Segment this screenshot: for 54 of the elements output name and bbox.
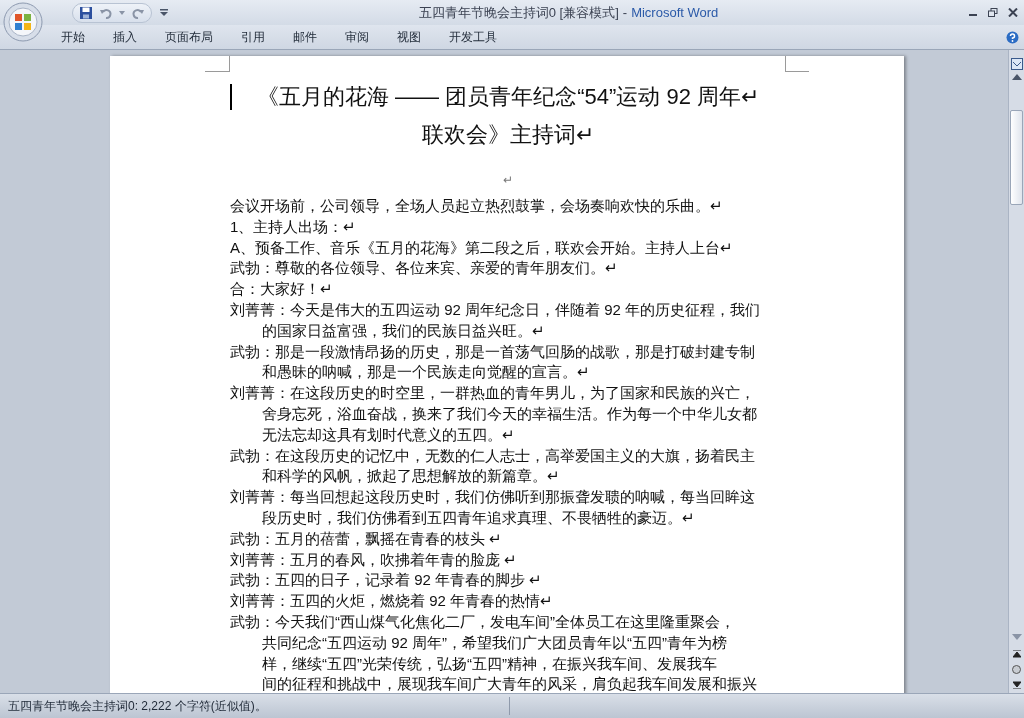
text-cursor xyxy=(230,84,232,110)
ruler-toggle-icon[interactable] xyxy=(1010,58,1023,70)
save-icon[interactable] xyxy=(79,5,93,20)
customize-toolbar-icon[interactable] xyxy=(160,8,168,17)
paragraph-line: 武勃：那是一段激情昂扬的历史，那是一首荡气回肠的战歌，那是打破封建专制 xyxy=(230,341,756,362)
paragraph-line: A、预备工作、音乐《五月的花海》第二段之后，联欢会开始。主持人上台↵ xyxy=(230,237,734,258)
paragraph-line: 和科学的风帆，掀起了思想解放的新篇章。↵ xyxy=(261,466,561,487)
ribbon-tab[interactable]: 开发工具 xyxy=(435,25,511,49)
margin-corner-mark xyxy=(785,56,809,72)
margin-corner-mark xyxy=(205,56,230,72)
paragraph-line: 武勃：今天我们“西山煤气化焦化二厂，发电车间”全体员工在这里隆重聚会， xyxy=(230,611,736,632)
paragraph-line: 刘菁菁：今天是伟大的五四运动 92 周年纪念日，伴随着 92 年的历史征程，我们 xyxy=(230,300,762,320)
ribbon-tab[interactable]: 插入 xyxy=(99,25,151,49)
paragraph-line: 武勃：尊敬的各位领导、各位来宾、亲爱的青年朋友们。↵ xyxy=(230,258,619,279)
paragraph-mark: ↵ xyxy=(503,172,513,189)
dropdown-caret-icon[interactable] xyxy=(119,10,125,15)
ribbon-tab[interactable]: 邮件 xyxy=(279,25,331,49)
paragraph-line: 会议开场前，公司领导，全场人员起立热烈鼓掌，会场奏响欢快的乐曲。↵ xyxy=(230,196,724,216)
previous-page-icon[interactable] xyxy=(1012,650,1021,658)
next-page-icon[interactable] xyxy=(1012,681,1021,689)
document-title: 联欢会》主持词↵ xyxy=(422,121,594,149)
ribbon-tab[interactable]: 页面布局 xyxy=(151,25,227,49)
paragraph-line: 舍身忘死，浴血奋战，换来了我们今天的幸福生活。作为每一个中华儿女都 xyxy=(261,403,758,424)
app-name: Microsoft Word xyxy=(631,3,719,22)
paragraph-line: 刘菁菁：在这段历史的时空里，一群热血的青年男儿，为了国家和民族的兴亡， xyxy=(230,383,756,404)
help-icon[interactable] xyxy=(1006,30,1019,44)
status-text: 五四青年节晚会主持词0: 2,222 个字符(近似值)。 xyxy=(0,697,510,715)
paragraph-line: 刘菁菁：五月的春风，吹拂着年青的脸庞 ↵ xyxy=(230,549,519,570)
title-separator: - xyxy=(622,3,628,22)
paragraph-line: 段历史时，我们仿佛看到五四青年追求真理、不畏牺牲的豪迈。↵ xyxy=(261,507,696,528)
paragraph-line: 武勃：在这段历史的记忆中，无数的仁人志士，高举爱国主义的大旗，扬着民主 xyxy=(230,445,756,466)
paragraph-line: 无法忘却这具有划时代意义的五四。↵ xyxy=(261,424,516,445)
document-title: 《五月的花海 —— 团员青年纪念“54”运动 92 周年↵ xyxy=(256,83,759,111)
paragraph-line: 共同纪念“五四运动 92 周年”，希望我们广大团员青年以“五四”青年为榜 xyxy=(261,632,728,653)
ribbon-tab[interactable]: 审阅 xyxy=(331,25,383,49)
ribbon-tab[interactable]: 引用 xyxy=(227,25,279,49)
browse-object-icon[interactable] xyxy=(1012,665,1021,674)
close-icon[interactable] xyxy=(1008,8,1018,17)
paragraph-line: 样，继续“五四”光荣传统，弘扬“五四”精神，在振兴我车间、发展我车 xyxy=(261,653,718,674)
ribbon-tab[interactable]: 视图 xyxy=(383,25,435,49)
paragraph-line: 刘菁菁：五四的火炬，燃烧着 92 年青春的热情↵ xyxy=(230,591,555,612)
paragraph-line: 武勃：五四的日子，记录着 92 年青春的脚步 ↵ xyxy=(230,570,544,591)
restore-icon[interactable] xyxy=(988,8,998,17)
scrollbar-thumb[interactable] xyxy=(1010,110,1023,205)
paragraph-line: 1、主持人出场：↵ xyxy=(230,216,358,237)
scroll-up-icon[interactable] xyxy=(1011,74,1022,80)
paragraph-line: 和愚昧的呐喊，那是一个民族走向觉醒的宣言。↵ xyxy=(261,362,591,383)
paragraph-line: 刘菁菁：每当回想起这段历史时，我们仿佛听到那振聋发聩的呐喊，每当回眸这 xyxy=(230,487,756,508)
paragraph-line: 的国家日益富强，我们的民族日益兴旺。↵ xyxy=(261,320,546,341)
window-title: 五四青年节晚会主持词0 [兼容模式] xyxy=(418,3,619,22)
ribbon-tab[interactable]: 开始 xyxy=(47,25,99,49)
paragraph-line: 武勃：五月的蓓蕾，飘摇在青春的枝头 ↵ xyxy=(230,528,504,549)
paragraph-line: 间的征程和挑战中，展现我车间广大青年的风采，肩负起我车间发展和振兴 xyxy=(261,674,758,693)
paragraph-line: 合：大家好！↵ xyxy=(230,279,334,300)
